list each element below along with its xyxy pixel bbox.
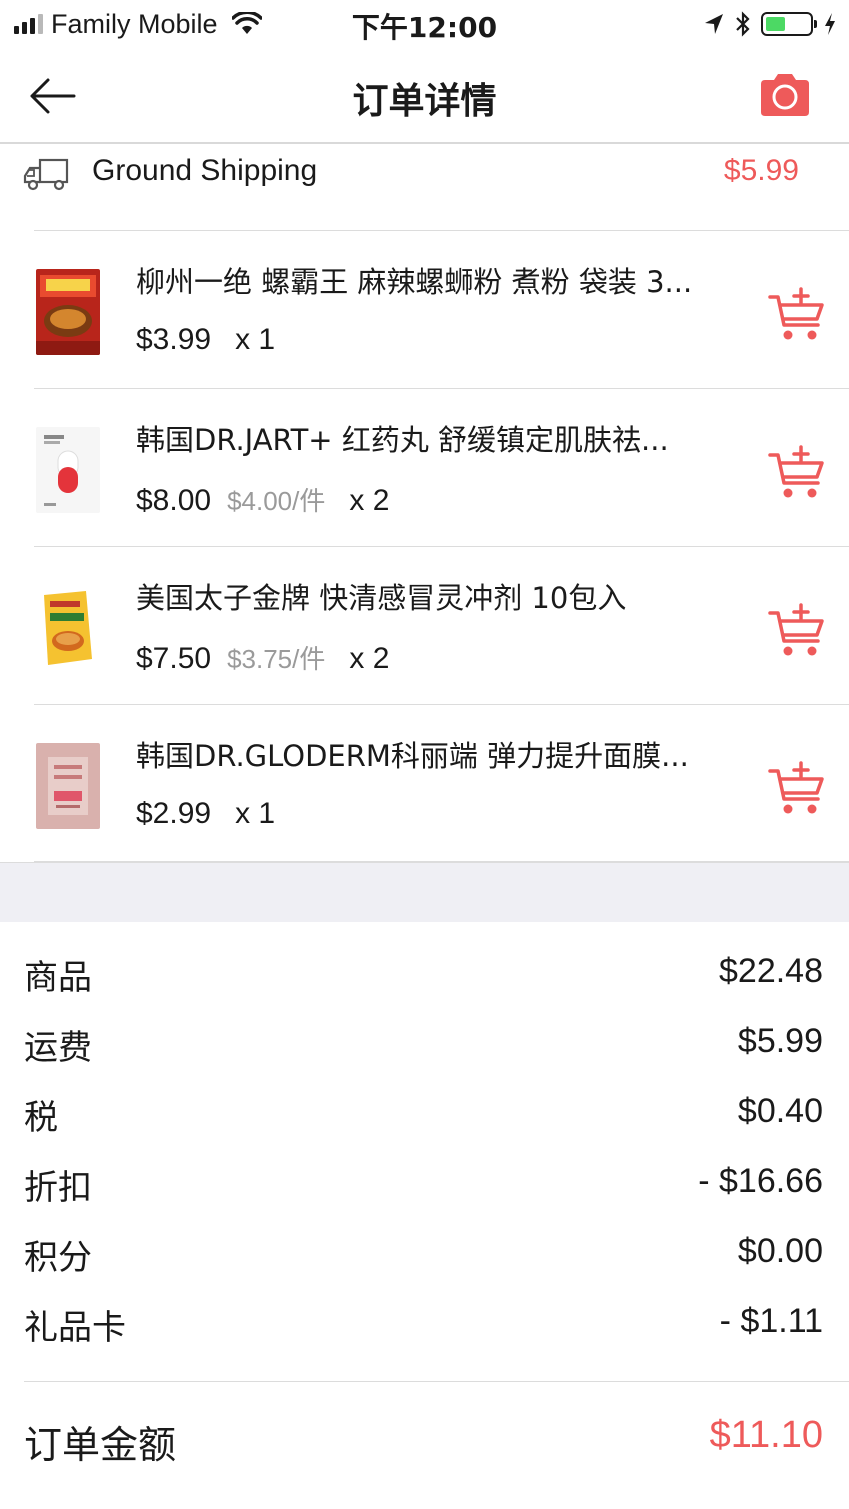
product-price: $8.00 <box>136 484 212 517</box>
add-to-cart-icon[interactable] <box>768 287 826 343</box>
bluetooth-icon <box>736 11 750 37</box>
product-image <box>36 743 100 829</box>
summary-label: 礼品卡 <box>24 1308 126 1348</box>
location-arrow-icon <box>705 14 723 34</box>
summary-row-discount: 折扣 - $16.66 <box>0 1132 849 1208</box>
product-item[interactable]: 韩国DR.GLODERM科丽端 弹力提升面膜... $2.99 x 1 <box>34 704 849 862</box>
summary-row-subtotal: 商品 $22.48 <box>0 922 849 998</box>
nav-bar: 订单详情 <box>0 48 849 144</box>
product-price: $2.99 <box>136 797 212 830</box>
order-summary: 商品 $22.48 运费 $5.99 税 $0.40 折扣 - $16.66 积… <box>0 922 849 1348</box>
truck-icon <box>23 158 69 191</box>
product-name: 韩国DR.GLODERM科丽端 弹力提升面膜... <box>136 739 689 773</box>
battery-icon <box>761 12 817 36</box>
product-price-line: $2.99 x 1 <box>136 797 275 831</box>
shipping-row: Ground Shipping $5.99 <box>0 146 849 230</box>
summary-row-tax: 税 $0.40 <box>0 1062 849 1138</box>
page-title: 订单详情 <box>352 81 497 122</box>
order-total-value: $11.10 <box>709 1414 823 1456</box>
summary-value: $5.99 <box>737 1022 823 1060</box>
summary-value: $0.40 <box>737 1092 823 1130</box>
product-name: 韩国DR.JART+ 红药丸 舒缓镇定肌肤祛... <box>136 423 669 457</box>
add-to-cart-icon[interactable] <box>768 445 826 501</box>
product-unit-price: $3.75/件 <box>227 644 326 674</box>
summary-row-points: 积分 $0.00 <box>0 1202 849 1278</box>
product-name: 柳州一绝 螺霸王 麻辣螺蛳粉 煮粉 袋装 3... <box>136 265 693 299</box>
product-name: 美国太子金牌 快清感冒灵冲剂 10包入 <box>136 581 627 615</box>
product-item[interactable]: 柳州一绝 螺霸王 麻辣螺蛳粉 煮粉 袋装 3... $3.99 x 1 <box>34 230 849 388</box>
summary-value: - $16.66 <box>698 1162 823 1200</box>
camera-button[interactable] <box>757 70 813 120</box>
product-image <box>36 585 100 671</box>
add-to-cart-icon[interactable] <box>768 603 826 659</box>
product-item[interactable]: 美国太子金牌 快清感冒灵冲剂 10包入 $7.50 $3.75/件 x 2 <box>34 546 849 704</box>
order-total-row: 订单金额 $11.10 <box>0 1382 849 1492</box>
product-quantity: x 2 <box>349 484 390 517</box>
summary-row-gift-card: 礼品卡 - $1.11 <box>0 1272 849 1348</box>
summary-value: - $1.11 <box>719 1302 823 1340</box>
product-list: 柳州一绝 螺霸王 麻辣螺蛳粉 煮粉 袋装 3... $3.99 x 1 韩国DR.… <box>0 230 849 862</box>
product-quantity: x 1 <box>235 797 276 830</box>
product-quantity: x 2 <box>349 642 390 675</box>
summary-row-shipping: 运费 $5.99 <box>0 992 849 1068</box>
summary-value: $0.00 <box>737 1232 823 1270</box>
product-item[interactable]: 韩国DR.JART+ 红药丸 舒缓镇定肌肤祛... $8.00 $4.00/件 x … <box>34 388 849 546</box>
shipping-method-label: Ground Shipping <box>92 154 318 187</box>
order-total-label: 订单金额 <box>24 1423 177 1467</box>
product-image <box>36 427 100 513</box>
camera-icon <box>761 74 809 116</box>
add-to-cart-icon[interactable] <box>768 761 826 817</box>
product-price: $7.50 <box>136 642 212 675</box>
section-separator <box>0 862 849 922</box>
product-unit-price: $4.00/件 <box>227 486 326 516</box>
status-right <box>703 8 837 40</box>
product-price-line: $8.00 $4.00/件 x 2 <box>136 481 389 518</box>
product-price-line: $3.99 x 1 <box>136 323 275 357</box>
status-bar: Family Mobile 下午12:00 <box>0 0 849 48</box>
product-image <box>36 269 100 355</box>
product-price-line: $7.50 $3.75/件 x 2 <box>136 639 389 676</box>
product-price: $3.99 <box>136 323 212 356</box>
summary-value: $22.48 <box>719 952 823 990</box>
charging-icon <box>825 13 835 35</box>
product-quantity: x 1 <box>235 323 276 356</box>
shipping-price: $5.99 <box>723 154 799 187</box>
